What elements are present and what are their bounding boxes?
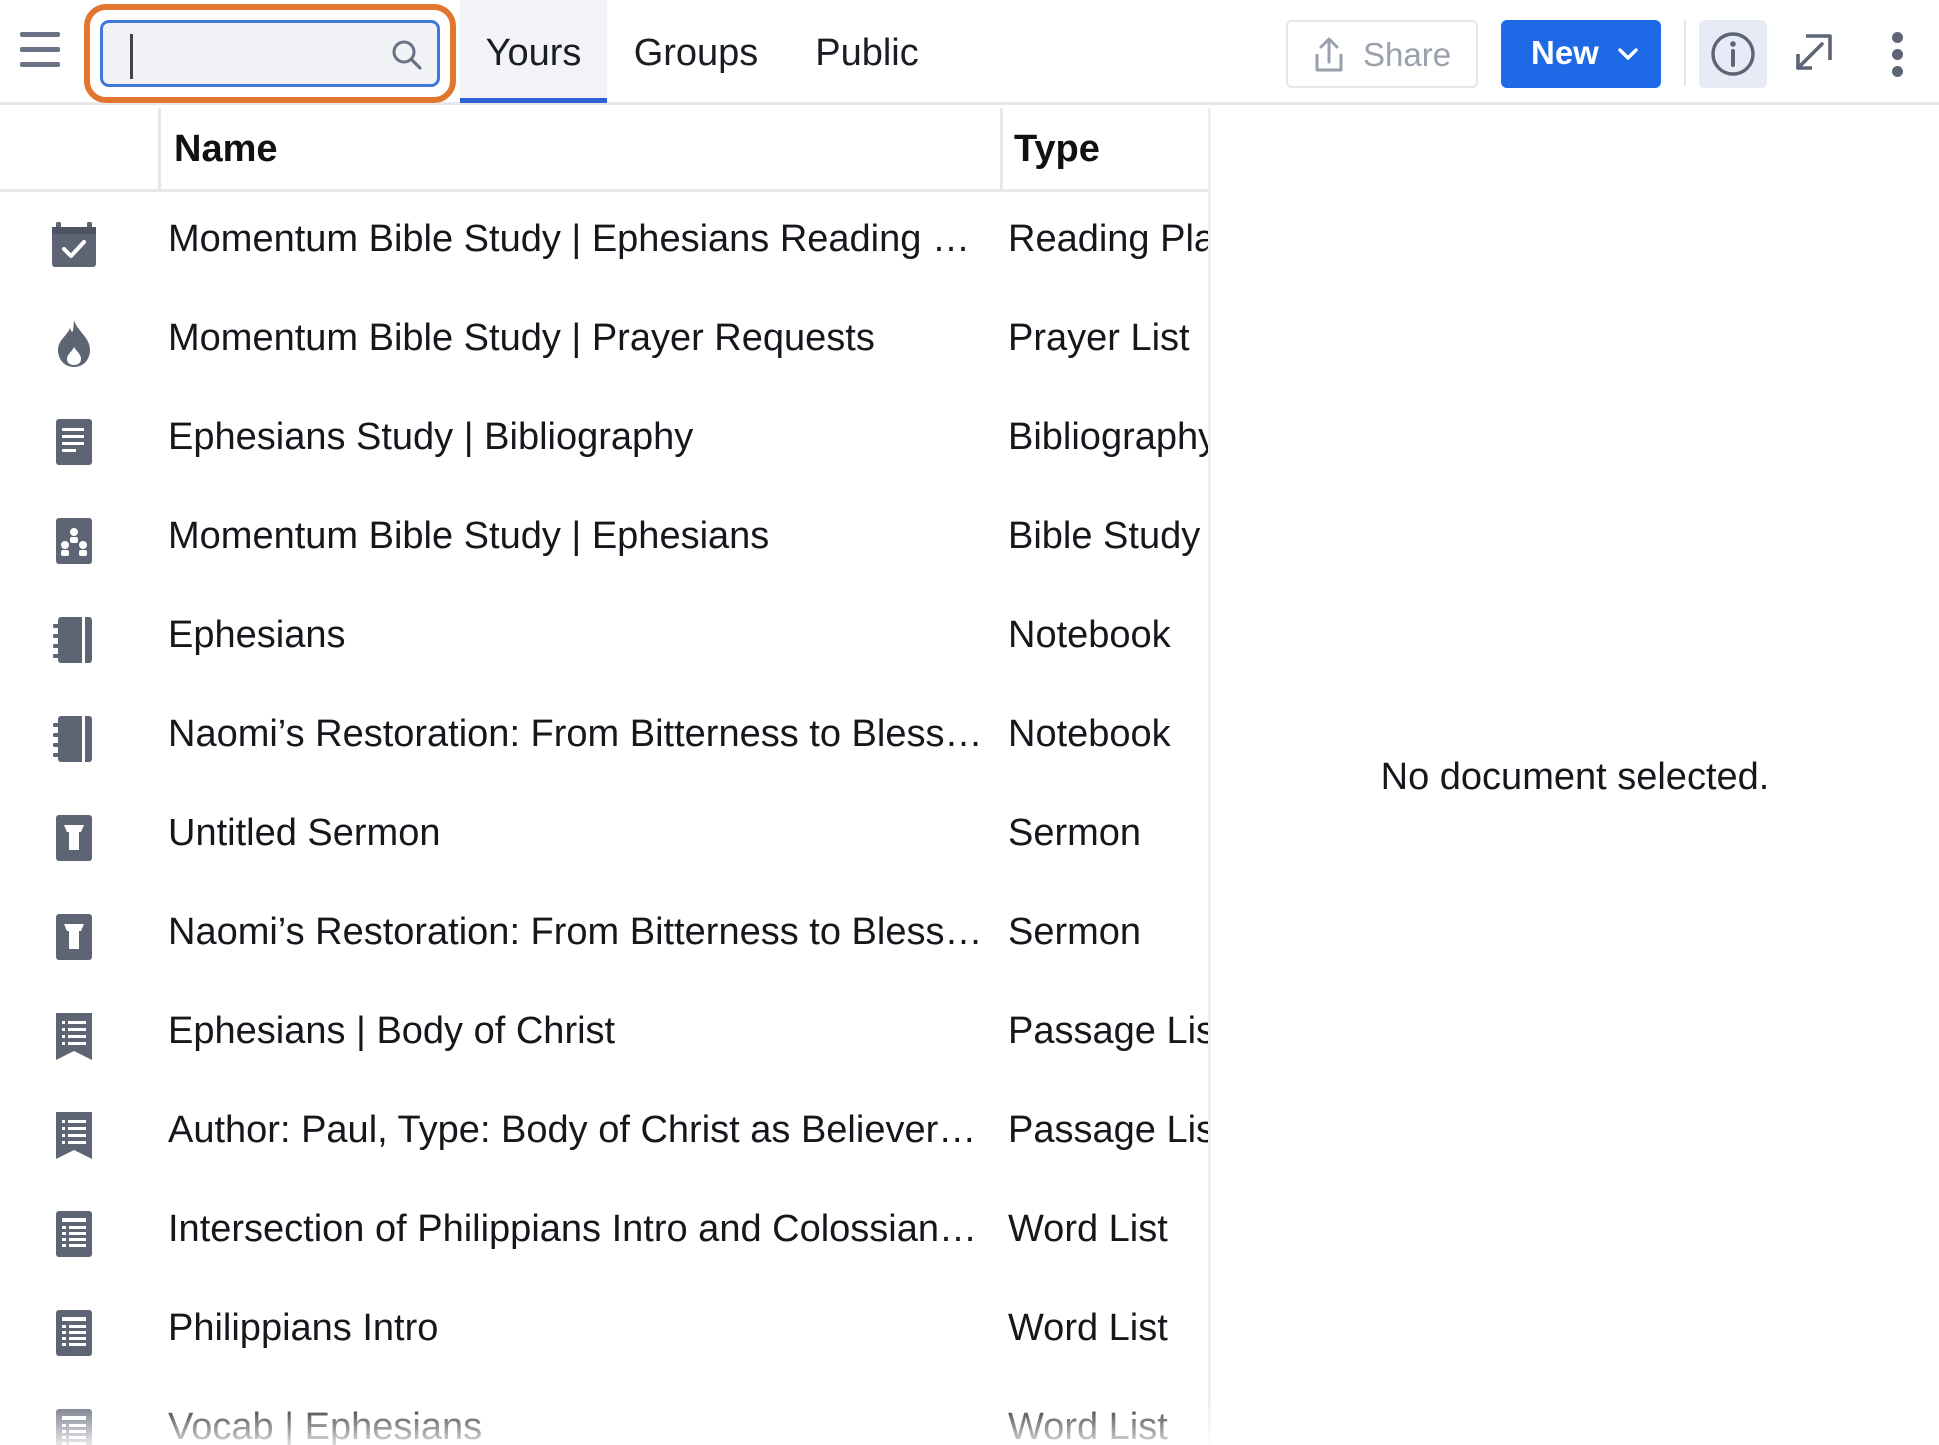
empty-state-message: No document selected. [1380, 756, 1770, 798]
toolbar-divider [1684, 20, 1686, 86]
document-type: Bible Study [1008, 515, 1201, 557]
document-name: Ephesians Study | Bibliography [168, 416, 694, 458]
notebook-icon [53, 617, 92, 663]
table-row[interactable]: Momentum Bible Study | Ephesians Bible S… [0, 491, 1208, 590]
table-row[interactable]: Momentum Bible Study | Prayer Requests P… [0, 293, 1208, 392]
info-button[interactable] [1699, 20, 1767, 88]
search-input[interactable] [117, 31, 377, 77]
tab-groups[interactable]: Groups [616, 0, 776, 103]
group-study-icon [56, 518, 92, 564]
document-type: Passage List [1008, 1109, 1208, 1151]
document-lines-icon [56, 419, 92, 465]
document-type: Prayer List [1008, 317, 1190, 359]
document-detail-pane: No document selected. [1211, 108, 1939, 1445]
document-type: Sermon [1008, 812, 1142, 854]
document-type: Word List [1008, 1208, 1168, 1250]
menu-icon[interactable] [20, 32, 64, 72]
document-type: Passage List [1008, 1010, 1208, 1052]
share-button-label: Share [1363, 36, 1452, 73]
column-divider [1000, 108, 1003, 192]
word-list-icon [56, 1310, 92, 1356]
pulpit-icon [56, 815, 92, 861]
document-type: Word List [1008, 1307, 1168, 1349]
document-name: Ephesians | Body of Christ [168, 1010, 616, 1052]
info-icon [1711, 32, 1755, 76]
bookmark-list-icon [56, 1112, 92, 1159]
table-row[interactable]: Naomi’s Restoration: From Bitterness to … [0, 689, 1208, 788]
document-name: Momentum Bible Study | Prayer Requests [168, 317, 875, 359]
more-options-icon[interactable] [1876, 22, 1920, 86]
table-row[interactable]: Vocab | Ephesians Word List [0, 1382, 1208, 1445]
new-button-label: New [1531, 34, 1599, 71]
column-header-name[interactable]: Name [174, 128, 278, 171]
document-name: Author: Paul, Type: Body of Christ as Be… [168, 1109, 988, 1151]
document-name: Momentum Bible Study | Ephesians [168, 515, 770, 557]
search-box[interactable] [100, 20, 440, 87]
word-list-icon [56, 1409, 92, 1445]
popout-button[interactable] [1786, 22, 1842, 86]
table-row[interactable]: Intersection of Philippians Intro and Co… [0, 1184, 1208, 1283]
document-name: Untitled Sermon [168, 812, 441, 854]
table-row[interactable]: Ephesians Study | Bibliography Bibliogra… [0, 392, 1208, 491]
table-header: Name Type [0, 108, 1208, 192]
bookmark-list-icon [56, 1013, 92, 1060]
document-name: Vocab | Ephesians [168, 1406, 483, 1445]
pulpit-icon [56, 914, 92, 960]
table-row[interactable]: Ephesians | Body of Christ Passage List [0, 986, 1208, 1085]
document-name: Philippians Intro [168, 1307, 439, 1349]
document-list: Name Type Momentum Bible Study | Ephesia… [0, 108, 1208, 1445]
top-toolbar: Yours Groups Public Share New [0, 0, 1939, 105]
text-cursor [130, 34, 133, 79]
new-button[interactable]: New [1501, 20, 1661, 88]
table-row[interactable]: Untitled Sermon Sermon [0, 788, 1208, 887]
document-type: Notebook [1008, 713, 1171, 755]
document-type: Sermon [1008, 911, 1142, 953]
share-button[interactable]: Share [1286, 20, 1478, 88]
document-name: Naomi’s Restoration: From Bitterness to … [168, 713, 988, 755]
calendar-check-icon [52, 222, 96, 267]
document-name: Ephesians [168, 614, 346, 656]
chevron-down-icon [1618, 48, 1638, 60]
word-list-icon [56, 1211, 92, 1257]
popout-icon [1796, 34, 1832, 70]
document-type: Reading Plan [1008, 218, 1208, 260]
flame-icon [58, 320, 90, 367]
document-name: Momentum Bible Study | Ephesians Reading… [168, 218, 988, 260]
tab-public[interactable]: Public [796, 0, 938, 103]
document-type: Word List [1008, 1406, 1168, 1445]
document-type: Bibliography [1008, 416, 1208, 458]
share-icon [1315, 37, 1343, 72]
document-name: Naomi’s Restoration: From Bitterness to … [168, 911, 988, 953]
document-name: Intersection of Philippians Intro and Co… [168, 1208, 988, 1250]
search-icon[interactable] [389, 37, 425, 73]
document-rows: Momentum Bible Study | Ephesians Reading… [0, 194, 1208, 1445]
document-type: Notebook [1008, 614, 1171, 656]
tab-yours[interactable]: Yours [460, 0, 607, 103]
table-row[interactable]: Philippians Intro Word List [0, 1283, 1208, 1382]
table-row[interactable]: Naomi’s Restoration: From Bitterness to … [0, 887, 1208, 986]
table-row[interactable]: Momentum Bible Study | Ephesians Reading… [0, 194, 1208, 293]
table-row[interactable]: Author: Paul, Type: Body of Christ as Be… [0, 1085, 1208, 1184]
notebook-icon [53, 716, 92, 762]
column-divider [158, 108, 161, 192]
column-header-type[interactable]: Type [1014, 128, 1100, 171]
table-row[interactable]: Ephesians Notebook [0, 590, 1208, 689]
